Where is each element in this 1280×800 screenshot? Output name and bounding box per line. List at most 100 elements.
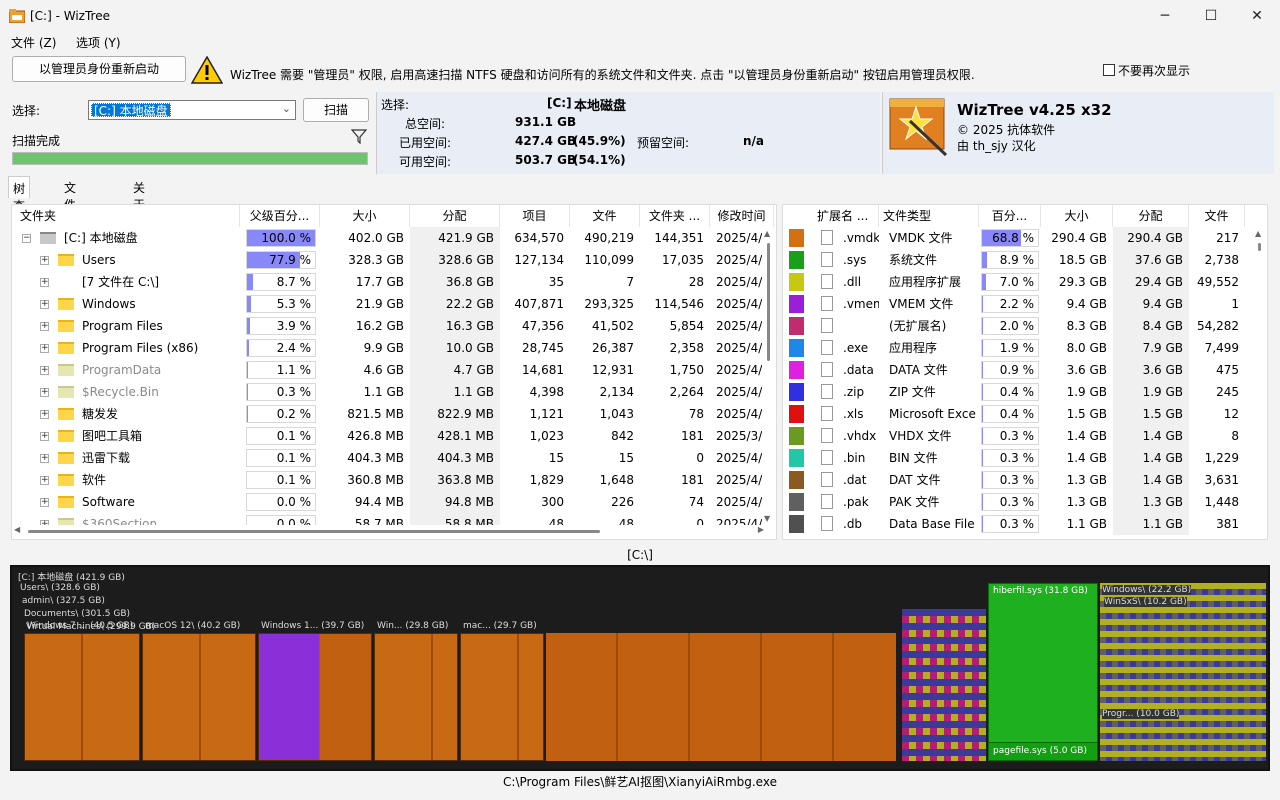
file-type-icon xyxy=(821,494,833,509)
scroll-right-arrow-icon[interactable]: ▶ xyxy=(758,525,764,534)
expand-toggle-icon[interactable]: + xyxy=(40,454,49,463)
tree-row-name: Software xyxy=(82,495,135,509)
tree-row[interactable]: + Software 0.0 % 94.4 MB 94.8 MB 300 226 74 2025… xyxy=(12,491,766,513)
ext-scroll-thumb[interactable] xyxy=(1258,243,1261,251)
ext-row[interactable]: .db Data Base File 0.3 % 1.1 GB 1.1 GB 381 xyxy=(783,513,1255,535)
treemap-vm-block[interactable]: Windows 7 ... (40.5 GB) xyxy=(24,621,140,761)
drive-dropdown[interactable]: [C:] 本地磁盘 ⌄ xyxy=(88,100,296,120)
ext-row[interactable]: .zip ZIP 文件 0.4 % 1.9 GB 1.9 GB 245 xyxy=(783,381,1255,403)
ext-row[interactable]: .data DATA 文件 0.9 % 3.6 GB 3.6 GB 475 xyxy=(783,359,1255,381)
scroll-up-arrow-icon[interactable]: ▲ xyxy=(1255,229,1261,238)
treemap-vm-label: macOS 12\ (40.2 GB) xyxy=(145,621,241,631)
tab-file-view[interactable]: 文件查看 xyxy=(60,176,80,246)
tree-row[interactable]: + 图吧工具箱 0.1 % 426.8 MB 428.1 MB 1,023 842 181 20… xyxy=(12,425,766,447)
ext-cell-extension: .dat xyxy=(843,473,867,487)
tree-scroll-thumb[interactable] xyxy=(767,243,770,361)
treemap-vm-block[interactable]: mac... (29.7 GB) xyxy=(460,621,544,761)
treemap-vm-block[interactable]: Windows 1... (39.7 GB) xyxy=(258,621,372,761)
tree-row[interactable]: + 软件 0.1 % 360.8 MB 363.8 MB 1,829 1,648 181 202… xyxy=(12,469,766,491)
treemap-view[interactable]: [C:] 本地磁盘 (421.9 GB) Users\ (328.6 GB) a… xyxy=(10,565,1270,771)
file-type-icon xyxy=(821,362,833,377)
color-swatch xyxy=(789,515,804,533)
select-label: 选择: xyxy=(12,104,41,118)
scroll-down-arrow-icon[interactable]: ▼ xyxy=(764,514,770,523)
folder-icon xyxy=(58,496,74,508)
minimize-button[interactable]: ─ xyxy=(1142,0,1188,32)
tab-tree-view[interactable]: 树查看 xyxy=(8,176,31,230)
dont-show-again-checkbox[interactable]: 不要再次显示 xyxy=(1103,62,1190,79)
tree-row[interactable]: + Users 77.9 % 328.3 GB 328.6 GB 127,134 110,0… xyxy=(12,249,766,271)
tree-horizontal-scrollbar[interactable]: ◀ ▶ xyxy=(12,525,766,537)
scroll-left-arrow-icon[interactable]: ◀ xyxy=(14,525,20,534)
ext-row[interactable]: .xls Microsoft Excel 9 0.4 % 1.5 GB 1.5 GB 12 xyxy=(783,403,1255,425)
tree-cell-files: 12,931 xyxy=(592,363,634,377)
expand-toggle-icon[interactable]: + xyxy=(40,322,49,331)
expand-toggle-icon[interactable]: + xyxy=(40,388,49,397)
scan-button[interactable]: 扫描 xyxy=(303,98,369,122)
maximize-button[interactable]: ☐ xyxy=(1188,0,1234,32)
ext-row[interactable]: .pak PAK 文件 0.3 % 1.3 GB 1.3 GB 1,448 xyxy=(783,491,1255,513)
tree-row[interactable]: + 糖发发 0.2 % 821.5 MB 822.9 MB 1,121 1,043 78 202… xyxy=(12,403,766,425)
pagefile-block[interactable]: pagefile.sys (5.0 GB) xyxy=(989,742,1097,760)
close-button[interactable]: ✕ xyxy=(1234,0,1280,32)
tree-row[interactable]: + $360Section 0.0 % 58.7 MB 58.8 MB 48 48 0 2025… xyxy=(12,513,766,525)
scroll-up-arrow-icon[interactable]: ▲ xyxy=(764,229,770,238)
file-type-icon xyxy=(821,450,833,465)
filter-icon[interactable] xyxy=(350,128,368,147)
treemap-vmdk-block[interactable] xyxy=(546,633,896,761)
tree-row[interactable]: + [7 文件在 C:\] 8.7 % 17.7 GB 36.8 GB 35 7 28 2025… xyxy=(12,271,766,293)
treemap-windows-block[interactable]: Windows\ (22.2 GB) WinSxS\ (10.2 GB) Pro… xyxy=(1100,583,1266,761)
tab-about[interactable]: 关于 xyxy=(129,176,149,212)
ext-row[interactable]: .vmem VMEM 文件 2.2 % 9.4 GB 9.4 GB 1 xyxy=(783,293,1255,315)
restart-as-admin-button[interactable]: 以管理员身份重新启动 xyxy=(12,56,186,82)
ext-row[interactable]: .exe 应用程序 1.9 % 8.0 GB 7.9 GB 7,499 xyxy=(783,337,1255,359)
file-type-icon xyxy=(821,516,833,531)
tree-cell-alloc: 1.1 GB xyxy=(410,381,500,403)
tree-row[interactable]: + 迅雷下载 0.1 % 404.3 MB 404.3 MB 15 15 0 2025/4/ xyxy=(12,447,766,469)
ext-row[interactable]: .dll 应用程序扩展 7.0 % 29.3 GB 29.4 GB 49,552 xyxy=(783,271,1255,293)
treemap-vm-block[interactable]: macOS 12\ (40.2 GB) xyxy=(142,621,256,761)
ext-cell-type: 应用程序 xyxy=(889,341,938,355)
expand-toggle-icon[interactable]: + xyxy=(40,300,49,309)
ext-cell-type: VMDK 文件 xyxy=(889,231,953,245)
ext-cell-extension: .vhdx xyxy=(843,429,877,443)
expand-toggle-icon[interactable]: + xyxy=(40,344,49,353)
tree-row[interactable]: + Windows 5.3 % 21.9 GB 22.2 GB 407,871 293,32… xyxy=(12,293,766,315)
expand-toggle-icon[interactable]: − xyxy=(22,234,31,243)
tree-cell-size: 4.6 GB xyxy=(363,363,404,377)
ext-vertical-scrollbar[interactable]: ▲ xyxy=(1255,229,1265,529)
checkbox-box[interactable] xyxy=(1103,64,1115,76)
expand-toggle-icon[interactable]: + xyxy=(40,256,49,265)
ext-row[interactable]: .vhdx VHDX 文件 0.3 % 1.4 GB 1.4 GB 8 xyxy=(783,425,1255,447)
expand-toggle-icon[interactable]: + xyxy=(40,432,49,441)
ext-row[interactable]: .vmdk VMDK 文件 68.8 % 290.4 GB 290.4 GB 217 xyxy=(783,227,1255,249)
tree-row[interactable]: + Program Files (x86) 2.4 % 9.9 GB 10.0 GB 28… xyxy=(12,337,766,359)
ext-row[interactable]: .dat DAT 文件 0.3 % 1.3 GB 1.4 GB 3,631 xyxy=(783,469,1255,491)
tree-hscroll-thumb[interactable] xyxy=(28,530,600,533)
menu-bar: 文件 (Z) 选项 (Y) xyxy=(0,32,1280,52)
tree-row[interactable]: − [C:] 本地磁盘 100.0 % 402.0 GB 421.9 GB 634,570… xyxy=(12,227,766,249)
treemap-vm-block[interactable]: Win... (29.8 GB) xyxy=(374,621,458,761)
tree-vertical-scrollbar[interactable]: ▲ ▼ xyxy=(764,229,774,523)
percent-text: 0.3 % xyxy=(999,473,1034,487)
tree-row[interactable]: + $Recycle.Bin 0.3 % 1.1 GB 1.1 GB 4,398 2,134… xyxy=(12,381,766,403)
ext-cell-alloc: 1.1 GB xyxy=(1113,513,1189,535)
ext-cell-size: 8.0 GB xyxy=(1066,341,1107,355)
expand-toggle-icon[interactable]: + xyxy=(40,498,49,507)
ext-percent-bar: 0.4 % xyxy=(981,383,1039,401)
ext-row[interactable]: .sys 系统文件 8.9 % 18.5 GB 37.6 GB 2,738 xyxy=(783,249,1255,271)
tree-cell-alloc: 428.1 MB xyxy=(410,425,500,447)
expand-toggle-icon[interactable]: + xyxy=(40,366,49,375)
expand-toggle-icon[interactable]: + xyxy=(40,410,49,419)
expand-toggle-icon[interactable]: + xyxy=(40,278,49,287)
tree-row[interactable]: + Program Files 3.9 % 16.2 GB 16.3 GB 47,356 4… xyxy=(12,315,766,337)
tree-row-name: 软件 xyxy=(82,473,107,487)
treemap-hiberfil-block[interactable]: hiberfil.sys (31.8 GB) pagefile.sys (5.0… xyxy=(988,583,1098,761)
treemap-mixed-block[interactable] xyxy=(902,609,986,761)
tree-row[interactable]: + ProgramData 1.1 % 4.6 GB 4.7 GB 14,681 12,93… xyxy=(12,359,766,381)
expand-toggle-icon[interactable]: + xyxy=(40,476,49,485)
menu-file[interactable]: 文件 (Z) xyxy=(11,34,56,51)
menu-options[interactable]: 选项 (Y) xyxy=(76,34,121,51)
ext-row[interactable]: .bin BIN 文件 0.3 % 1.4 GB 1.4 GB 1,229 xyxy=(783,447,1255,469)
ext-row[interactable]: (无扩展名) 2.0 % 8.3 GB 8.4 GB 54,282 xyxy=(783,315,1255,337)
